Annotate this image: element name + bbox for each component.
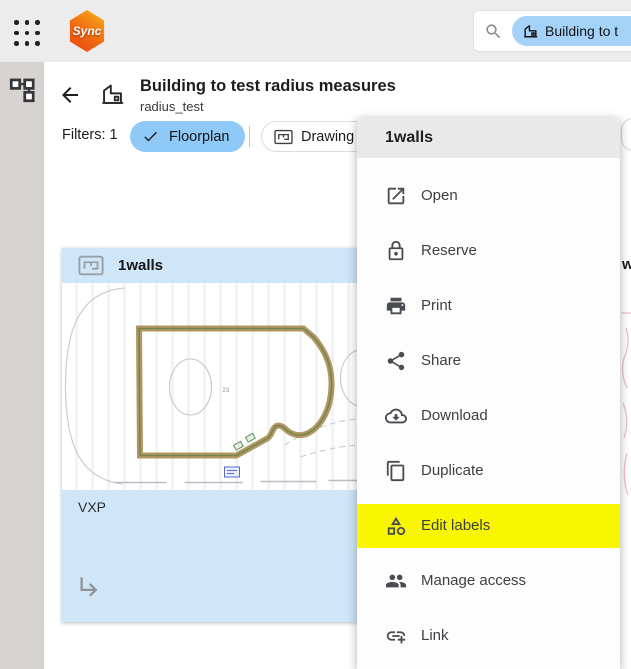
filter-chip-label: Floorplan [169,129,229,145]
nav-sidebar [0,62,44,669]
share-icon [385,350,407,372]
partially-visible-chip[interactable] [621,118,631,151]
topbar: Sync Building to t [0,0,631,62]
app-launcher-grid-icon[interactable] [14,20,41,47]
printer-icon [385,295,407,317]
page-subtitle: radius_test [140,99,204,114]
building-icon [522,23,539,40]
shapes-icon [385,515,407,537]
check-icon [142,128,159,145]
back-button[interactable] [58,83,82,107]
org-chart-icon[interactable] [9,76,36,103]
app-screen: Sync Building to t [0,0,631,669]
menu-item-open[interactable]: Open [357,168,620,223]
menu-item-share[interactable]: Share [357,333,620,388]
menu-item-edit-labels[interactable]: Edit labels [357,498,620,553]
search-project-chip-label: Building to t [545,23,618,39]
file-card-footer: VXP [62,490,358,622]
drawing-icon [274,129,293,145]
search-icon [484,22,503,41]
search-project-chip[interactable]: Building to t [512,16,631,46]
file-card-1walls[interactable]: 1walls 23 VXP [62,248,358,622]
open-in-new-icon [385,185,407,207]
filter-chip-floorplan[interactable]: Floorplan [130,121,245,152]
filters-divider [249,126,250,147]
lock-icon [385,240,407,262]
menu-item-link[interactable]: Link [357,608,620,663]
sync-logo-text: Sync [73,24,102,38]
page-title: Building to test radius measures [140,77,396,96]
sync-logo[interactable]: Sync [68,10,106,52]
people-icon [385,570,407,592]
partially-visible-card[interactable]: w [621,248,631,622]
search-input[interactable]: Building to t [473,10,631,52]
filters-count-label: Filters: 1 [62,127,118,143]
context-menu: 1walls Open Reserve [357,118,620,669]
file-card-header: 1walls [62,248,358,283]
file-card-title: 1walls [118,257,163,274]
menu-item-duplicate[interactable]: Duplicate [357,443,620,498]
menu-item-print[interactable]: Print [357,278,620,333]
thumbnail-annotation: 23 [223,388,230,394]
menu-item-manage-access[interactable]: Manage access [357,553,620,608]
cloud-download-icon [385,405,407,427]
partial-card-title: w [622,256,631,273]
file-card-footer-label: VXP [78,499,106,515]
drawing-icon [78,255,104,276]
highlighted-menu-surface: Edit labels [357,504,620,548]
subdirectory-arrow-icon[interactable] [76,573,103,600]
context-menu-items: Open Reserve Print [357,158,620,663]
duplicate-icon [385,460,407,482]
menu-item-download[interactable]: Download [357,388,620,443]
menu-item-reserve[interactable]: Reserve [357,223,620,278]
context-menu-title: 1walls [357,118,620,158]
floorplan-thumbnail: 23 [62,283,358,490]
building-icon [99,81,126,108]
filter-chip-label: Drawing [301,129,354,145]
add-link-icon [385,625,407,647]
